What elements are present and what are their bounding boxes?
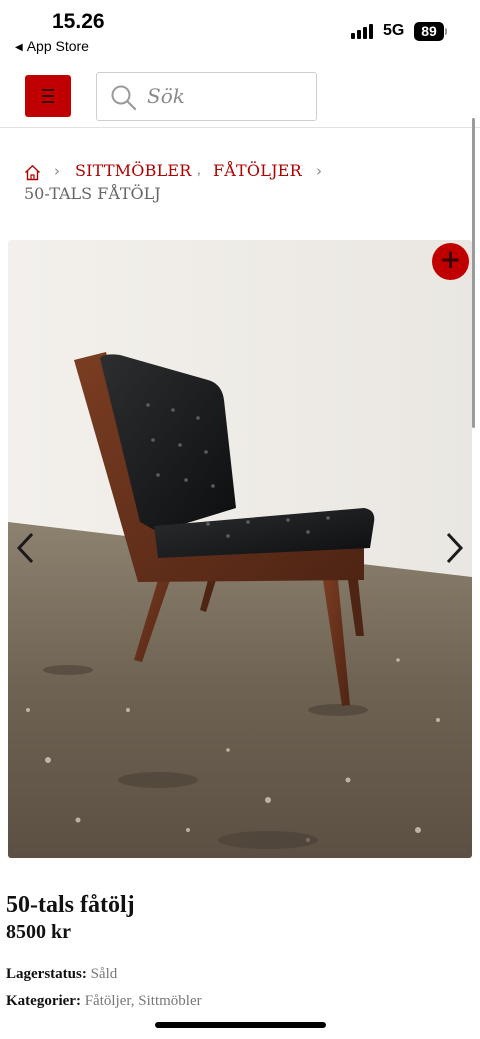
stock-label: Lagerstatus: <box>6 966 87 982</box>
search-icon <box>111 85 137 111</box>
back-triangle-icon: ◀ <box>15 42 23 53</box>
back-app-label: App Store <box>26 38 89 54</box>
battery-tip <box>445 28 447 35</box>
breadcrumb-separator: › <box>316 162 322 180</box>
battery-icon: 89 <box>414 22 444 41</box>
network-type: 5G <box>383 22 405 39</box>
chevron-right-icon[interactable] <box>442 528 468 568</box>
search-input[interactable] <box>147 81 307 111</box>
clock: 15.26 <box>52 10 105 33</box>
category-link-fatoljer[interactable]: Fåtöljer <box>85 993 131 1009</box>
search-box[interactable] <box>96 72 317 121</box>
product-price: 8500 kr <box>6 921 71 943</box>
breadcrumb-current: 50-TALS FÅTÖLJ <box>24 184 161 203</box>
back-to-app-link[interactable]: ◀ App Store <box>15 38 89 54</box>
breadcrumb-separator: › <box>54 162 60 180</box>
chair-photo <box>8 240 472 858</box>
home-icon[interactable] <box>24 164 41 181</box>
home-indicator[interactable] <box>155 1022 326 1028</box>
menu-button[interactable] <box>25 75 71 117</box>
scrollbar[interactable] <box>472 118 475 428</box>
stock-value: Såld <box>90 966 118 982</box>
categories-label: Kategorier: <box>6 993 81 1009</box>
signal-icon <box>351 24 375 39</box>
categories: Kategorier: Fåtöljer, Sittmöbler <box>6 993 202 1010</box>
battery-level: 89 <box>421 23 437 39</box>
status-bar: 15.26 ◀ App Store 5G 89 <box>0 0 480 62</box>
product-title: 50-tals fåtölj <box>6 892 135 918</box>
breadcrumb-comma: , <box>197 162 201 178</box>
chevron-left-icon[interactable] <box>12 528 38 568</box>
site-header <box>0 62 480 128</box>
zoom-button[interactable]: + <box>432 243 469 280</box>
breadcrumb-link-sittmobler[interactable]: SITTMÖBLER <box>75 161 192 180</box>
stock-status: Lagerstatus: Såld <box>6 966 117 983</box>
plus-icon: + <box>439 245 462 275</box>
category-link-sittmobler[interactable]: Sittmöbler <box>138 993 201 1009</box>
product-image[interactable] <box>8 240 472 858</box>
category-comma: , <box>130 993 135 1009</box>
breadcrumb-link-fatoljer[interactable]: FÅTÖLJER <box>213 161 302 180</box>
